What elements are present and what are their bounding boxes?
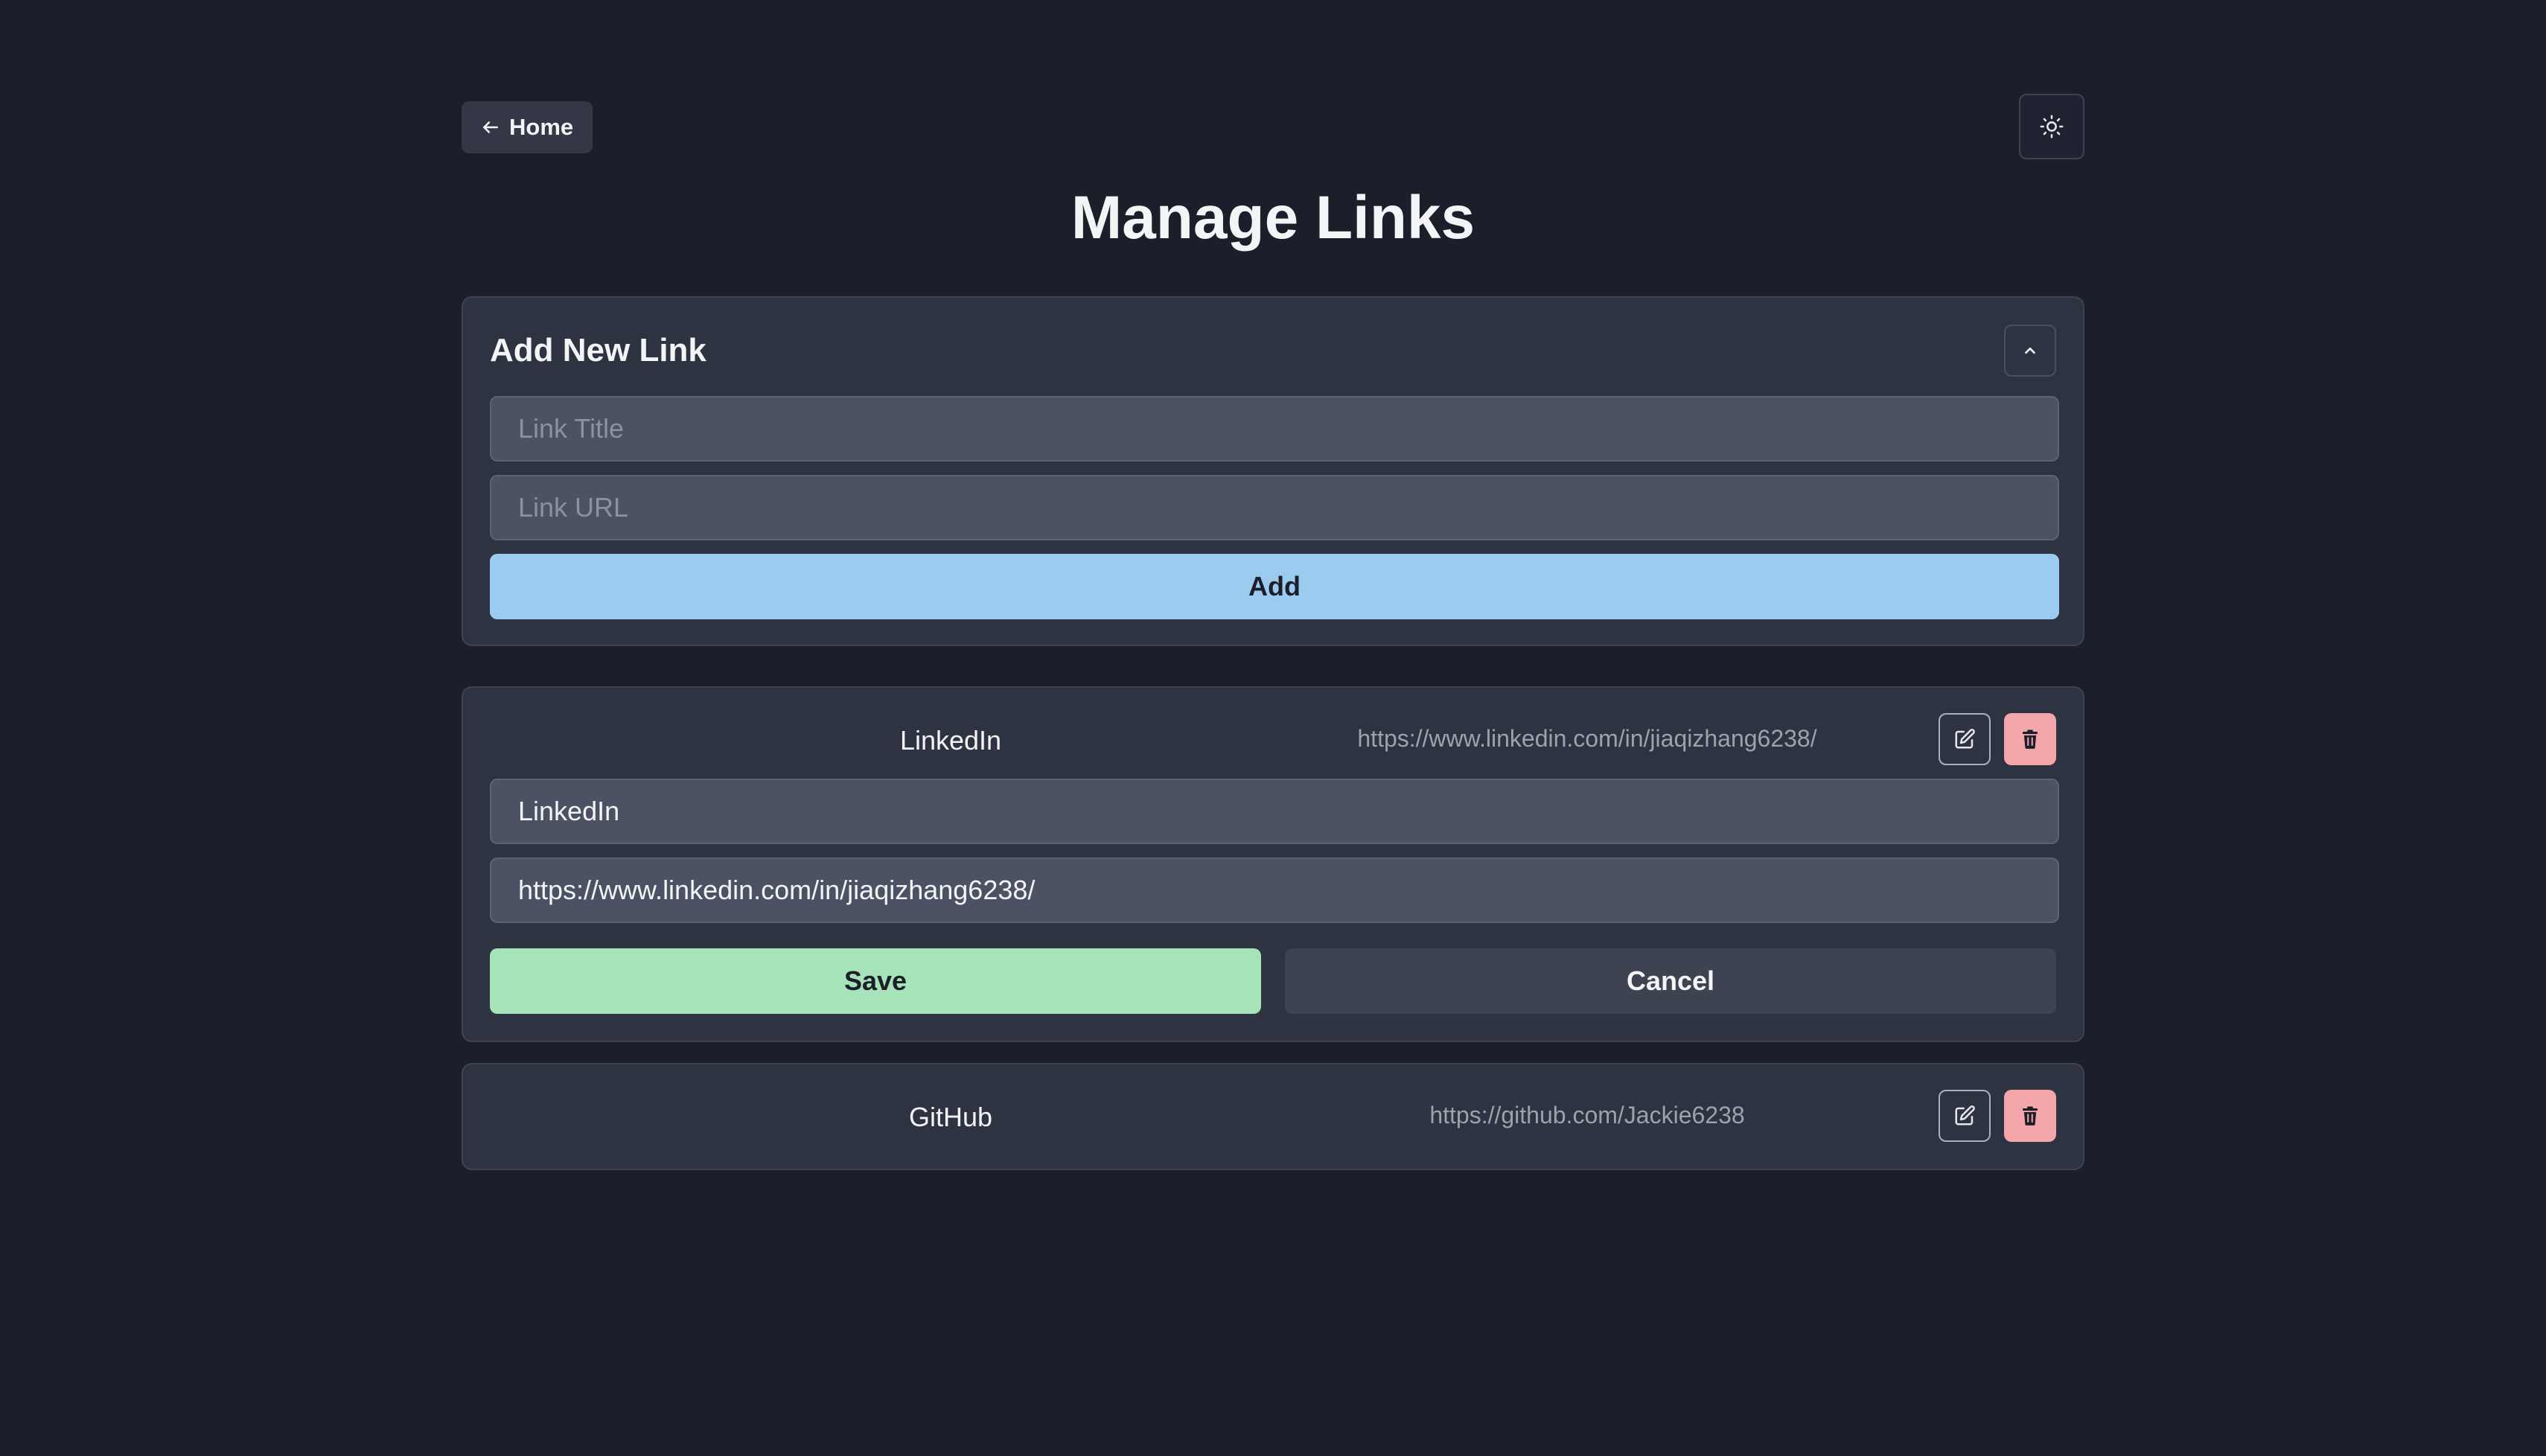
- link-title-input[interactable]: [490, 396, 2059, 462]
- link-item-linkedin: LinkedIn https://www.linkedin.com/in/jia…: [462, 686, 2084, 1042]
- add-link-button[interactable]: Add: [490, 554, 2059, 619]
- edit-link-button[interactable]: [1939, 713, 1991, 765]
- trash-icon: [2023, 1106, 2038, 1125]
- delete-link-button[interactable]: [2004, 1090, 2056, 1142]
- collapse-button[interactable]: [2004, 325, 2056, 377]
- edit-icon: [1955, 729, 1975, 749]
- theme-toggle-button[interactable]: [2019, 94, 2084, 159]
- link-url[interactable]: https://github.com/Jackie6238: [1215, 1102, 1959, 1129]
- arrow-left-icon: [483, 121, 498, 133]
- page-title: Manage Links: [1071, 184, 1475, 252]
- cancel-button[interactable]: Cancel: [1285, 948, 2056, 1014]
- add-link-title: Add New Link: [490, 332, 706, 368]
- edit-link-button[interactable]: [1939, 1090, 1991, 1142]
- home-button[interactable]: Home: [462, 101, 593, 153]
- edit-title-input[interactable]: [490, 779, 2059, 844]
- delete-link-button[interactable]: [2004, 713, 2056, 765]
- home-button-label: Home: [509, 114, 574, 140]
- add-link-card: Add New Link Add: [462, 296, 2084, 646]
- link-url[interactable]: https://www.linkedin.com/in/jiaqizhang62…: [1215, 725, 1959, 753]
- save-button[interactable]: Save: [490, 948, 1261, 1014]
- link-url-input[interactable]: [490, 475, 2059, 540]
- link-item-github: GitHub https://github.com/Jackie6238: [462, 1063, 2084, 1170]
- edit-url-input[interactable]: [490, 858, 2059, 923]
- top-bar: Home: [462, 94, 2084, 167]
- sun-icon: [2040, 115, 2064, 138]
- chevron-up-icon: [2025, 347, 2035, 354]
- edit-icon: [1955, 1105, 1975, 1125]
- page: Home Manage Links Add New Link Link Titl…: [0, 0, 2546, 1456]
- trash-icon: [2023, 729, 2038, 749]
